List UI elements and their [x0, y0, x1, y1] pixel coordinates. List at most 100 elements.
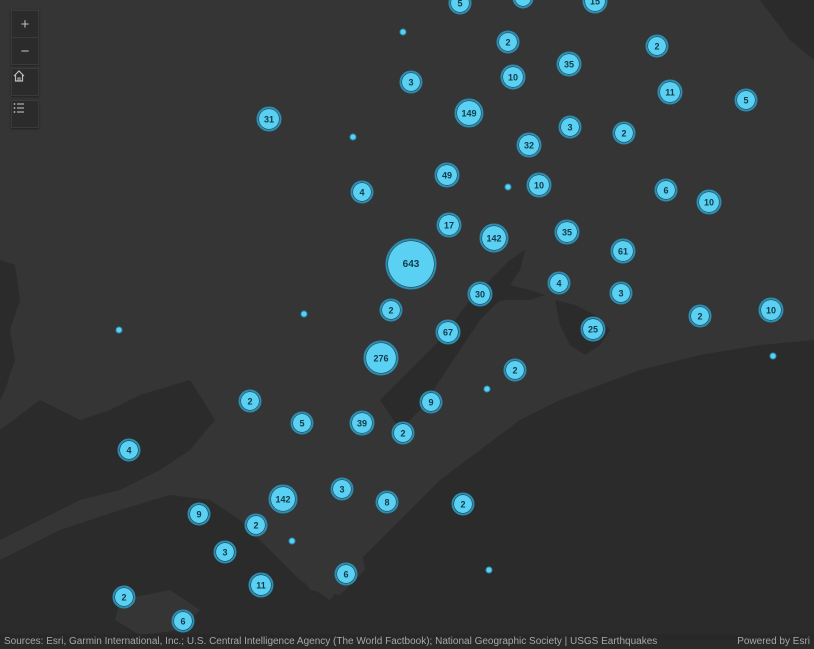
cluster-count-label: 276: [373, 354, 388, 364]
home-button[interactable]: [11, 68, 39, 96]
earthquake-cluster[interactable]: 30: [467, 281, 493, 307]
earthquake-point[interactable]: [485, 566, 493, 574]
layer-list-button[interactable]: [11, 100, 39, 128]
cluster-count-label: 6: [180, 617, 185, 627]
earthquake-cluster[interactable]: 6: [334, 562, 358, 586]
cluster-count-label: 32: [524, 141, 534, 151]
earthquake-cluster[interactable]: 3: [399, 70, 423, 94]
earthquake-cluster[interactable]: 32: [516, 132, 542, 158]
earthquake-cluster[interactable]: 142: [479, 223, 509, 253]
earthquake-point[interactable]: [300, 310, 308, 318]
cluster-count-label: 2: [621, 129, 626, 139]
earthquake-cluster[interactable]: 2: [244, 513, 268, 537]
earthquake-cluster[interactable]: 2: [503, 358, 527, 382]
cluster-count-label: 6: [343, 570, 348, 580]
earthquake-cluster[interactable]: 11: [657, 79, 683, 105]
earthquake-cluster[interactable]: 10: [696, 189, 722, 215]
earthquake-cluster[interactable]: 10: [500, 64, 526, 90]
earthquake-cluster[interactable]: 11: [248, 572, 274, 598]
cluster-count-label: 5: [743, 96, 748, 106]
earthquake-point[interactable]: [504, 183, 512, 191]
cluster-count-label: 149: [461, 109, 476, 119]
earthquake-cluster[interactable]: 3: [330, 477, 354, 501]
cluster-count-label: 61: [618, 247, 628, 257]
earthquake-point[interactable]: [769, 352, 777, 360]
attribution-bar: Sources: Esri, Garmin International, Inc…: [0, 634, 814, 649]
earthquake-cluster[interactable]: 25: [580, 316, 606, 342]
cluster-count-label: 10: [508, 73, 518, 83]
earthquake-cluster[interactable]: 10: [758, 297, 784, 323]
earthquake-cluster[interactable]: 6: [654, 178, 678, 202]
earthquake-cluster[interactable]: 2: [238, 389, 262, 413]
earthquake-cluster[interactable]: 67: [435, 319, 461, 345]
cluster-count-label: 4: [359, 188, 364, 198]
cluster-count-label: 17: [444, 221, 454, 231]
cluster-count-label: 2: [253, 521, 258, 531]
cluster-count-label: 2: [400, 429, 405, 439]
cluster-count-label: 15: [590, 0, 600, 7]
earthquake-cluster[interactable]: 8: [375, 490, 399, 514]
earthquake-cluster[interactable]: 5: [290, 411, 314, 435]
earthquake-cluster[interactable]: 3: [558, 115, 582, 139]
cluster-count-label: 4: [556, 279, 561, 289]
earthquake-cluster[interactable]: 35: [556, 51, 582, 77]
cluster-count-label: 4: [126, 446, 131, 456]
zoom-out-button[interactable]: −: [12, 37, 38, 64]
cluster-count-label: 2: [505, 38, 510, 48]
earthquake-cluster[interactable]: 2: [612, 121, 636, 145]
earthquake-cluster[interactable]: 643: [385, 238, 437, 290]
earthquake-point[interactable]: [115, 326, 123, 334]
earthquake-cluster[interactable]: 5: [448, 0, 472, 15]
cluster-count-label: 2: [247, 397, 252, 407]
map-view[interactable]: 5 15 2 2 3 10 35 11 5 31 149 3 2 32 49 10 6 10 4 17 142 35 61 6…: [0, 0, 814, 649]
cluster-count-label: 142: [275, 495, 290, 505]
earthquake-cluster[interactable]: 6: [171, 609, 195, 633]
home-icon: [13, 70, 25, 82]
earthquake-point[interactable]: [399, 28, 407, 36]
cluster-count-label: 2: [697, 312, 702, 322]
earthquake-cluster[interactable]: 149: [454, 98, 484, 128]
cluster-count-label: 30: [475, 290, 485, 300]
earthquake-cluster[interactable]: 49: [434, 162, 460, 188]
earthquake-cluster[interactable]: 17: [436, 212, 462, 238]
zoom-control: + −: [11, 10, 39, 65]
earthquake-cluster[interactable]: 31: [256, 106, 282, 132]
earthquake-point[interactable]: [483, 385, 491, 393]
earthquake-cluster[interactable]: 3: [609, 281, 633, 305]
earthquake-cluster[interactable]: 3: [213, 540, 237, 564]
earthquake-point[interactable]: [288, 537, 296, 545]
earthquake-cluster[interactable]: 5: [734, 88, 758, 112]
cluster-count-label: 3: [408, 78, 413, 88]
earthquake-cluster[interactable]: 276: [363, 340, 399, 376]
cluster-count-label: 2: [460, 500, 465, 510]
cluster-count-label: 67: [443, 328, 453, 338]
basemap: 5 152 23 10351153114932324910 61041714235616…: [0, 0, 814, 649]
zoom-in-button[interactable]: +: [12, 11, 38, 37]
cluster-count-label: 11: [665, 88, 675, 98]
earthquake-cluster[interactable]: 2: [688, 304, 712, 328]
powered-by-esri[interactable]: Powered by Esri: [737, 634, 810, 649]
earthquake-cluster[interactable]: 10: [526, 172, 552, 198]
earthquake-cluster[interactable]: 2: [496, 30, 520, 54]
cluster-count-label: 10: [766, 306, 776, 316]
cluster-count-label: 3: [339, 485, 344, 495]
earthquake-cluster[interactable]: 61: [610, 238, 636, 264]
earthquake-cluster[interactable]: 2: [391, 421, 415, 445]
earthquake-cluster[interactable]: 9: [419, 390, 443, 414]
earthquake-cluster[interactable]: 142: [268, 484, 298, 514]
list-icon: [13, 103, 24, 113]
earthquake-cluster[interactable]: 4: [547, 271, 571, 295]
earthquake-cluster[interactable]: 2: [451, 492, 475, 516]
earthquake-cluster[interactable]: 4: [117, 438, 141, 462]
earthquake-cluster[interactable]: 35: [554, 219, 580, 245]
earthquake-cluster[interactable]: 9: [187, 502, 211, 526]
earthquake-cluster[interactable]: 2: [112, 585, 136, 609]
earthquake-cluster[interactable]: 2: [645, 34, 669, 58]
cluster-count-label: 39: [357, 419, 367, 429]
cluster-count-label: 643: [403, 259, 420, 270]
earthquake-cluster[interactable]: 2: [379, 298, 403, 322]
earthquake-cluster[interactable]: 39: [349, 410, 375, 436]
cluster-count-label: 6: [663, 186, 668, 196]
earthquake-point[interactable]: [349, 133, 357, 141]
earthquake-cluster[interactable]: 4: [350, 180, 374, 204]
